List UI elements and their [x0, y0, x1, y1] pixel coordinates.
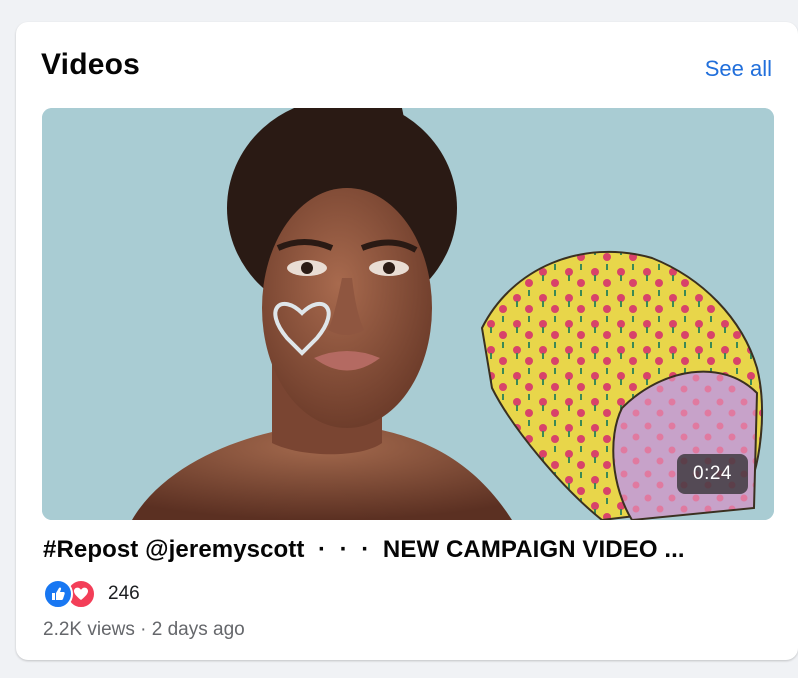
reaction-count[interactable]: 246 — [108, 583, 140, 605]
video-thumbnail[interactable]: 0:24 — [42, 108, 774, 520]
section-title: Videos — [41, 48, 141, 81]
view-count: 2.2K views — [43, 619, 135, 640]
meta-separator: · — [140, 619, 147, 640]
video-title[interactable]: #Repost @jeremyscott · · · NEW CAMPAIGN … — [43, 536, 763, 564]
thumbnail-image — [42, 108, 774, 520]
like-icon — [43, 579, 73, 609]
video-duration-badge: 0:24 — [677, 454, 748, 494]
posted-time[interactable]: 2 days ago — [152, 619, 245, 640]
reactions-summary[interactable]: 246 — [43, 579, 140, 609]
video-meta: 2.2K views · 2 days ago — [43, 619, 245, 641]
videos-card: Videos See all 0:24 #Repost @jeremyscott… — [16, 22, 798, 660]
see-all-link[interactable]: See all — [705, 56, 772, 82]
